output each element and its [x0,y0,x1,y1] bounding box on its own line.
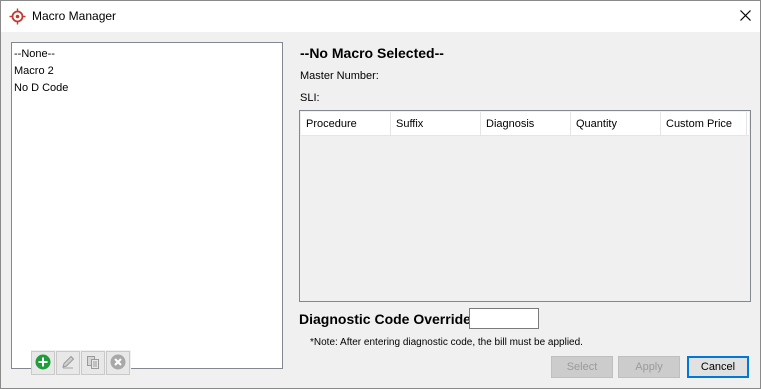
column-header-procedure[interactable]: Procedure [301,112,391,136]
column-header-quantity[interactable]: Quantity [571,112,661,136]
master-number-label: Master Number: [300,70,379,82]
close-icon [739,9,751,24]
list-item[interactable]: --None-- [12,46,282,63]
override-note: *Note: After entering diagnostic code, t… [310,337,583,348]
close-button[interactable] [730,1,760,32]
select-button-label: Select [566,361,598,373]
window-title: Macro Manager [32,9,117,23]
diagnostic-code-override-input[interactable] [469,308,539,329]
delete-icon [110,354,126,373]
dialog-body: --None-- Macro 2 No D Code --No Macro Se… [1,32,760,388]
copy-macro-button[interactable] [81,351,105,375]
apply-button-label: Apply [635,361,663,373]
macro-list[interactable]: --None-- Macro 2 No D Code [11,42,283,369]
copy-icon [85,354,101,373]
column-header-suffix[interactable]: Suffix [391,112,481,136]
cancel-button-label: Cancel [700,361,736,373]
list-item[interactable]: Macro 2 [12,63,282,80]
delete-macro-button[interactable] [106,351,130,375]
diagnostic-code-override-label: Diagnostic Code Override: [299,311,476,327]
list-item[interactable]: No D Code [12,80,282,97]
macro-manager-window: Macro Manager --None-- Macro 2 No D Code [0,0,761,389]
edit-macro-button[interactable] [56,351,80,375]
sli-label: SLI: [300,92,320,104]
grid-header: Procedure Suffix Diagnosis Quantity Cust… [301,112,749,136]
macro-heading: --No Macro Selected-- [300,45,444,61]
cancel-button[interactable]: Cancel [687,356,749,378]
procedure-grid[interactable]: Procedure Suffix Diagnosis Quantity Cust… [299,110,751,302]
apply-button[interactable]: Apply [618,356,680,378]
select-button[interactable]: Select [551,356,613,378]
crosshair-app-icon [9,8,26,25]
column-header-custom-price[interactable]: Custom Price [661,112,747,136]
add-icon [35,354,51,373]
edit-icon [60,354,76,373]
column-header-diagnosis[interactable]: Diagnosis [481,112,571,136]
add-macro-button[interactable] [31,351,55,375]
macro-list-toolbar [31,350,131,376]
title-bar: Macro Manager [1,1,760,32]
